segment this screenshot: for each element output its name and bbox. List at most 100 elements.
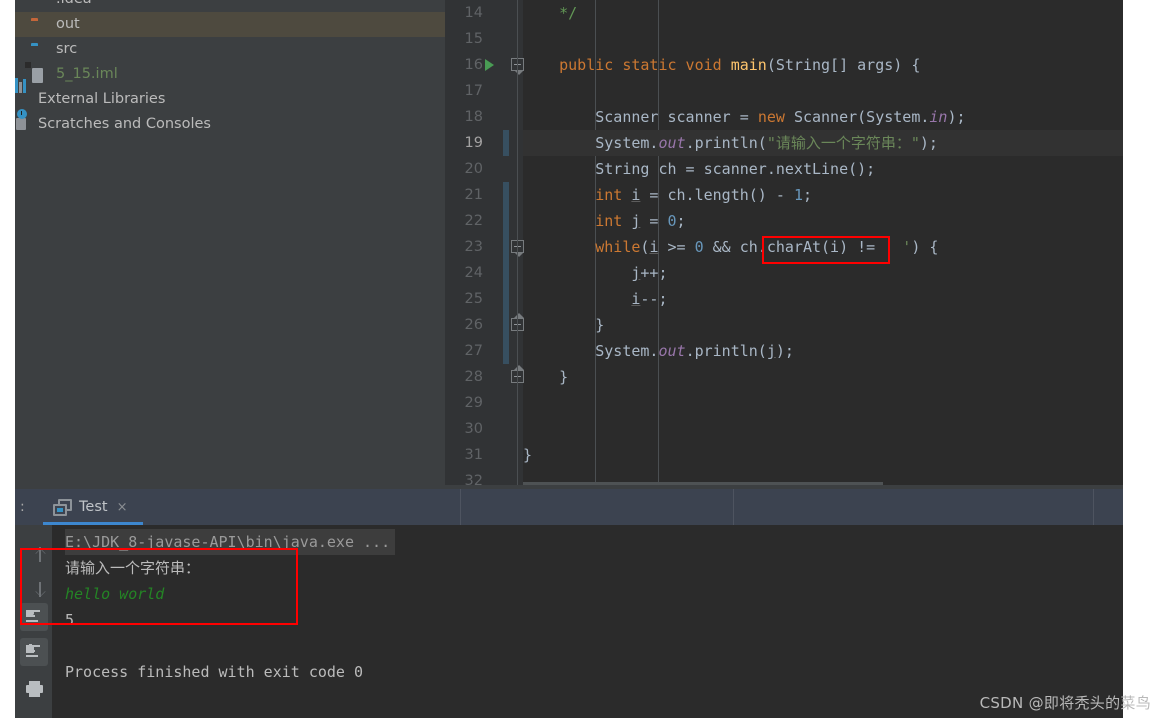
code-line: System.out.println("请输入一个字符串："); (523, 130, 1123, 156)
console-output[interactable]: E:\JDK_8-javase-API\bin\java.exe ... 请输入… (52, 525, 1123, 718)
run-gutter-icon[interactable] (485, 59, 494, 71)
watermark: CSDN @即将秃头的菜鸟 (980, 692, 1151, 713)
code-token: public static void (559, 56, 731, 74)
console-blank-line (65, 633, 1123, 659)
code-line: System.out.println(j); (523, 338, 1123, 364)
code-line (523, 416, 1123, 442)
code-token (523, 264, 631, 282)
scratches-icon (15, 117, 31, 133)
code-line (523, 78, 1123, 104)
run-tab-label: Test (79, 499, 108, 515)
folder-grey-icon (31, 0, 49, 8)
code-token: in (929, 108, 947, 126)
editor-code-area[interactable]: */ public static void main(String[] args… (523, 0, 1123, 485)
console-result: 5 (65, 607, 1123, 633)
tree-item-src[interactable]: src (15, 37, 445, 62)
code-token: "请输入一个字符串：" (767, 134, 920, 152)
code-token: new (758, 108, 794, 126)
tabbar-separator (733, 489, 734, 525)
code-token: main (731, 56, 767, 74)
line-number: 32 (445, 468, 523, 485)
scroll-up-button[interactable] (20, 533, 48, 561)
run-console-icon (53, 499, 72, 516)
line-number: 27 (445, 338, 523, 364)
code-token: while (595, 238, 640, 256)
code-token: Scanner(System. (794, 108, 929, 126)
folder-orange-icon (31, 17, 49, 33)
close-icon[interactable]: × (117, 500, 128, 515)
code-token: int (595, 186, 631, 204)
line-number: 30 (445, 416, 523, 442)
project-tree-panel[interactable]: .idea out src 5_15.iml External Libraries Scr… (15, 0, 445, 485)
code-token: Scanner scanner = (523, 108, 758, 126)
code-token: ; (803, 186, 812, 204)
line-number: 14 (445, 0, 523, 26)
tree-item-label: External Libraries (38, 92, 165, 107)
line-number: 21 (445, 182, 523, 208)
soft-wrap-button[interactable] (20, 603, 48, 631)
tree-item-label: 5_15.iml (56, 67, 118, 82)
tree-item-scratches-and-consoles[interactable]: Scratches and Consoles (15, 112, 445, 137)
fold-rail (517, 0, 518, 485)
code-token: ); (920, 134, 938, 152)
code-line (523, 390, 1123, 416)
line-number: 15 (445, 26, 523, 52)
line-number: 17 (445, 78, 523, 104)
tabbar-separator (460, 489, 461, 525)
code-token: ; (677, 212, 686, 230)
code-token: ++; (640, 264, 667, 282)
code-token: out (658, 342, 685, 360)
code-line: String ch = scanner.nextLine(); (523, 156, 1123, 182)
code-token: .println( (686, 134, 767, 152)
line-number: 29 (445, 390, 523, 416)
code-token: System. (523, 134, 658, 152)
code-token: 0 (695, 238, 704, 256)
code-line: } (523, 364, 1123, 390)
console-command-line: E:\JDK_8-javase-API\bin\java.exe ... (65, 529, 395, 555)
code-line: int i = ch.length() - 1; (523, 182, 1123, 208)
run-tool-window[interactable]: : Test × (15, 485, 1123, 718)
line-number: 19 (445, 130, 523, 156)
code-token: = (640, 212, 667, 230)
code-token: ) { (911, 238, 938, 256)
code-token: ); (776, 342, 794, 360)
code-token: */ (523, 4, 577, 22)
code-token: ' ' (884, 238, 911, 256)
code-line: i--; (523, 286, 1123, 312)
run-tab-test[interactable]: Test × (43, 489, 137, 525)
tree-item-out[interactable]: out (15, 12, 445, 37)
line-number: 20 (445, 156, 523, 182)
code-token (523, 56, 559, 74)
scroll-to-end-button[interactable] (20, 638, 48, 666)
code-token: >= (658, 238, 694, 256)
print-button[interactable] (20, 675, 48, 703)
soft-wrap-icon (26, 610, 42, 624)
code-token: int (595, 212, 631, 230)
code-token: } (523, 446, 532, 464)
tree-item-label: .idea (56, 0, 92, 7)
code-line: public static void main(String[] args) { (523, 52, 1123, 78)
code-token: .println( (686, 342, 767, 360)
code-token: } (523, 316, 604, 334)
tree-item--idea[interactable]: .idea (15, 0, 445, 12)
run-console-toolbar[interactable] (15, 525, 52, 718)
console-prompt-line: 请输入一个字符串： (65, 555, 1123, 581)
code-token: } (523, 368, 568, 386)
scroll-to-end-icon (26, 645, 42, 659)
scroll-down-button[interactable] (20, 568, 48, 596)
tree-item-5-15-iml[interactable]: 5_15.iml (15, 62, 445, 87)
tree-item-label: out (56, 17, 80, 32)
line-number: 31 (445, 442, 523, 468)
code-token (523, 186, 595, 204)
run-tab-bar[interactable]: : Test × (15, 489, 1123, 525)
code-token (523, 212, 595, 230)
code-line: } (523, 312, 1123, 338)
code-line: j++; (523, 260, 1123, 286)
code-editor[interactable]: 14151617181920212223242526272829303132−−… (445, 0, 1123, 485)
tree-item-external-libraries[interactable]: External Libraries (15, 87, 445, 112)
code-line: while(i >= 0 && ch.charAt(i) != ' ') { (523, 234, 1123, 260)
line-number: 25 (445, 286, 523, 312)
folder-blue-icon (31, 42, 49, 58)
code-token: out (658, 134, 685, 152)
editor-gutter[interactable]: 14151617181920212223242526272829303132−−… (445, 0, 523, 485)
